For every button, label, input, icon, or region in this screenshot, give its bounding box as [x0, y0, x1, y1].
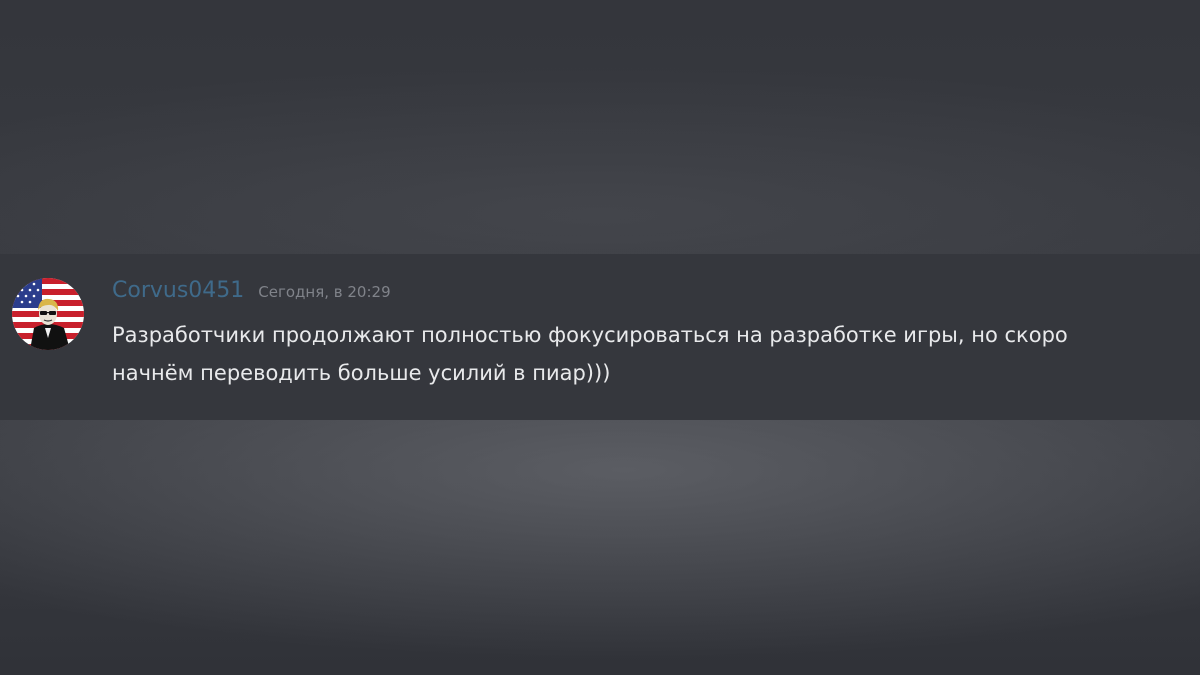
author-name[interactable]: Corvus0451 — [112, 278, 244, 303]
chat-message: Corvus0451 Сегодня, в 20:29 Разработчики… — [0, 254, 1200, 420]
message-header: Corvus0451 Сегодня, в 20:29 — [112, 278, 391, 303]
message-timestamp: Сегодня, в 20:29 — [258, 283, 391, 301]
user-avatar[interactable] — [12, 278, 84, 350]
message-text: Разработчики продолжают полностью фокуси… — [112, 323, 1068, 385]
avatar-flag-figure-icon — [12, 278, 84, 350]
